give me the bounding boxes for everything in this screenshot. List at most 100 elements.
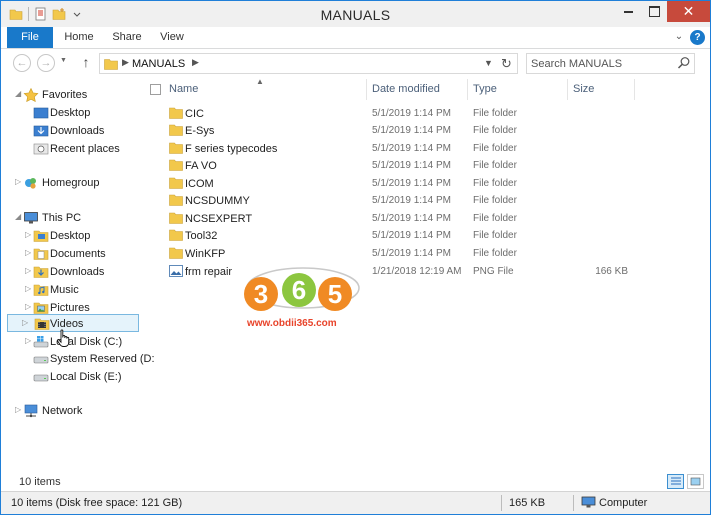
windows-drive-icon xyxy=(33,336,49,348)
file-row[interactable]: E-Sys 5/1/2019 1:14 PM File folder xyxy=(163,122,683,139)
file-row[interactable]: FA VO 5/1/2019 1:14 PM File folder xyxy=(163,157,683,174)
chevron-right-icon[interactable]: ▶ xyxy=(122,57,129,68)
file-row[interactable]: CIC 5/1/2019 1:14 PM File folder xyxy=(163,105,683,122)
minimize-button[interactable] xyxy=(615,1,641,22)
close-button[interactable]: ✕ xyxy=(667,1,710,22)
status-divider xyxy=(573,495,574,511)
nav-item-system-reserved[interactable]: System Reserved (D: xyxy=(1,350,155,368)
breadcrumb-manuals[interactable]: MANUALS xyxy=(132,58,185,70)
column-header-name[interactable]: Name xyxy=(169,83,198,95)
file-type: File folder xyxy=(473,195,517,206)
tab-view[interactable]: View xyxy=(155,27,189,48)
file-row[interactable]: Tool32 5/1/2019 1:14 PM File folder xyxy=(163,227,683,244)
file-row[interactable]: ICOM 5/1/2019 1:14 PM File folder xyxy=(163,175,683,192)
collapsed-arrow-icon[interactable]: ▷ xyxy=(15,177,21,186)
collapsed-arrow-icon[interactable]: ▷ xyxy=(25,302,31,311)
nav-item-videos[interactable]: ▷ Videos xyxy=(7,314,139,332)
column-divider[interactable] xyxy=(467,79,468,100)
nav-item-desktop-fav[interactable]: Desktop xyxy=(1,104,141,122)
collapsed-arrow-icon[interactable]: ▷ xyxy=(15,405,21,414)
file-name: E-Sys xyxy=(185,125,215,137)
nav-item-label: Downloads xyxy=(50,266,105,278)
file-row[interactable]: F series typecodes 5/1/2019 1:14 PM File… xyxy=(163,140,683,157)
collapsed-arrow-icon[interactable]: ▷ xyxy=(25,248,31,257)
watermark-365-graphic: 3 6 5 xyxy=(244,267,360,311)
up-arrow-icon[interactable]: ↑ xyxy=(79,54,93,70)
column-divider[interactable] xyxy=(567,79,568,100)
file-type: File folder xyxy=(473,108,517,119)
file-row[interactable]: NCSEXPERT 5/1/2019 1:14 PM File folder xyxy=(163,210,683,227)
nav-item-music[interactable]: ▷ Music xyxy=(1,281,141,299)
file-row[interactable]: WinKFP 5/1/2019 1:14 PM File folder xyxy=(163,245,683,262)
column-header-type[interactable]: Type xyxy=(473,83,497,95)
refresh-icon[interactable]: ↻ xyxy=(501,56,512,72)
column-divider[interactable] xyxy=(366,79,367,100)
nav-item-local-disk-e[interactable]: Local Disk (E:) xyxy=(1,368,141,386)
large-icons-view-button[interactable] xyxy=(687,474,704,489)
downloads-icon xyxy=(33,125,49,137)
file-row[interactable]: NCSDUMMY 5/1/2019 1:14 PM File folder xyxy=(163,192,683,209)
nav-item-homegroup[interactable]: ▷ Homegroup xyxy=(1,174,141,192)
select-all-checkbox[interactable] xyxy=(150,84,161,95)
folder-icon xyxy=(169,142,183,154)
column-header-date[interactable]: Date modified xyxy=(372,83,440,95)
collapsed-arrow-icon[interactable]: ▷ xyxy=(25,284,31,293)
image-file-icon xyxy=(169,265,183,277)
downloads-folder-icon xyxy=(33,266,49,278)
file-name: NCSDUMMY xyxy=(185,195,250,207)
file-name: F series typecodes xyxy=(185,143,278,155)
watermark-logo: 3 6 5 www.obdii365.com xyxy=(237,266,367,336)
nav-item-network[interactable]: ▷ Network xyxy=(1,402,141,420)
back-button[interactable]: ← xyxy=(13,54,31,72)
sort-ascending-icon: ▲ xyxy=(256,77,264,86)
chevron-down-icon[interactable]: ⌄ xyxy=(672,31,686,45)
tab-home[interactable]: Home xyxy=(59,27,99,48)
address-dropdown-icon[interactable]: ▼ xyxy=(484,58,493,68)
column-header-size[interactable]: Size xyxy=(573,83,594,95)
chevron-right-icon[interactable]: ▶ xyxy=(192,57,199,68)
column-divider[interactable] xyxy=(634,79,635,100)
file-date: 5/1/2019 1:14 PM xyxy=(372,230,451,241)
forward-button[interactable]: → xyxy=(37,54,55,72)
details-view-button[interactable] xyxy=(667,474,684,489)
tab-file[interactable]: File xyxy=(7,27,53,48)
status-divider xyxy=(501,495,502,511)
nav-item-favorites[interactable]: ◢ Favorites xyxy=(1,86,141,104)
search-input[interactable] xyxy=(531,56,671,71)
file-name: FA VO xyxy=(185,160,217,172)
search-box[interactable] xyxy=(526,53,695,74)
status-summary: 10 items (Disk free space: 121 GB) xyxy=(11,497,183,509)
help-icon[interactable]: ? xyxy=(690,30,705,45)
nav-item-recent-places[interactable]: Recent places xyxy=(1,140,141,158)
nav-item-this-pc[interactable]: ◢ This PC xyxy=(1,209,141,227)
explorer-window: MANUALS ✕ File Home Share View ⌄ ? ← → ▼… xyxy=(0,0,711,515)
recent-locations-icon[interactable]: ▼ xyxy=(60,57,67,64)
nav-item-desktop[interactable]: ▷ Desktop xyxy=(1,227,141,245)
address-bar[interactable]: ▶ MANUALS ▶ ▼ ↻ xyxy=(99,53,518,74)
file-date: 5/1/2019 1:14 PM xyxy=(372,125,451,136)
maximize-button[interactable] xyxy=(641,1,667,22)
navigation-pane: ◢ Favorites Desktop Downloads Recent pla… xyxy=(1,77,155,472)
file-list: CIC 5/1/2019 1:14 PM File folder E-Sys 5… xyxy=(141,102,710,472)
collapsed-arrow-icon[interactable]: ▷ xyxy=(22,318,28,327)
tab-share[interactable]: Share xyxy=(109,27,145,48)
file-date: 5/1/2019 1:14 PM xyxy=(372,195,451,206)
pictures-folder-icon xyxy=(33,302,49,314)
large-icons-view-icon xyxy=(690,477,701,486)
file-date: 5/1/2019 1:14 PM xyxy=(372,248,451,259)
expanded-arrow-icon[interactable]: ◢ xyxy=(15,212,21,221)
file-name: CIC xyxy=(185,108,204,120)
expanded-arrow-icon[interactable]: ◢ xyxy=(15,89,21,98)
nav-item-label: Desktop xyxy=(50,230,91,242)
homegroup-icon xyxy=(25,178,36,189)
nav-item-documents[interactable]: ▷ Documents xyxy=(1,245,141,263)
nav-item-downloads[interactable]: ▷ Downloads xyxy=(1,263,141,281)
search-icon[interactable] xyxy=(677,56,691,70)
folder-icon xyxy=(104,59,118,70)
file-name: NCSEXPERT xyxy=(185,213,253,225)
nav-item-downloads-fav[interactable]: Downloads xyxy=(1,122,141,140)
collapsed-arrow-icon[interactable]: ▷ xyxy=(25,336,31,345)
collapsed-arrow-icon[interactable]: ▷ xyxy=(25,266,31,275)
watermark-digit: 5 xyxy=(328,279,342,309)
collapsed-arrow-icon[interactable]: ▷ xyxy=(25,230,31,239)
